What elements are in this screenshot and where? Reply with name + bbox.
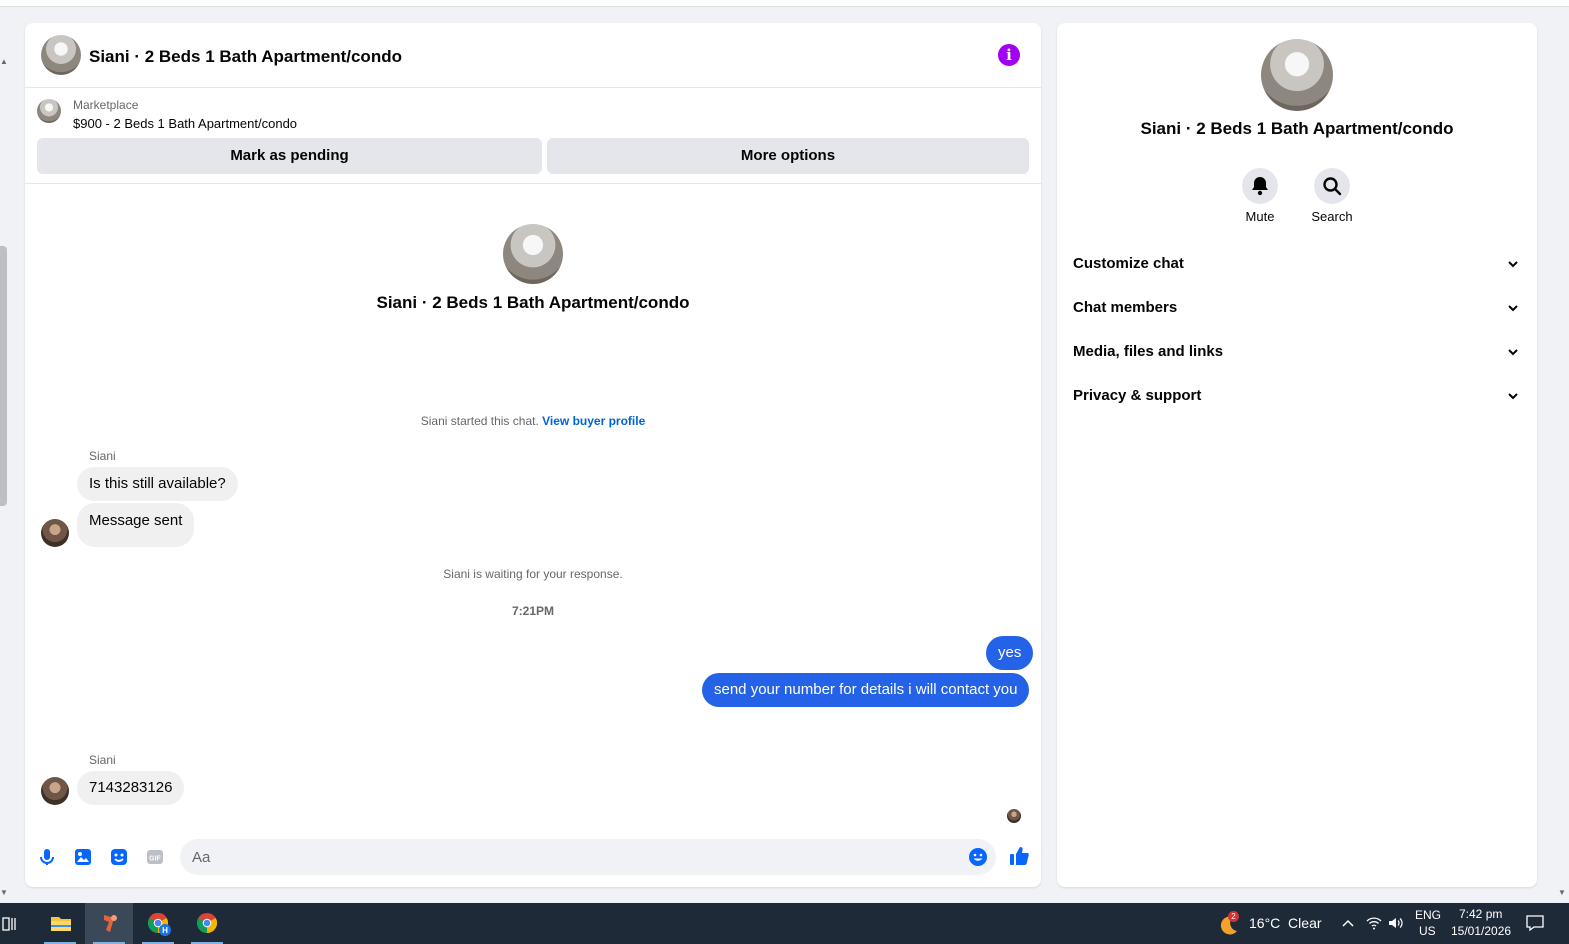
mute-button[interactable]: [1242, 168, 1278, 204]
chrome-profile-app[interactable]: H: [134, 903, 182, 944]
scroll-up-arrow-icon[interactable]: ▲: [0, 58, 8, 66]
incoming-message[interactable]: 7143283126: [77, 771, 185, 805]
sticker-icon[interactable]: [109, 847, 129, 867]
notifications-icon[interactable]: [1525, 914, 1545, 932]
section-label: Customize chat: [1073, 255, 1184, 272]
chat-info-sidebar: Siani · 2 Beds 1 Bath Apartment/condo Mu…: [1057, 23, 1537, 887]
task-view-icon[interactable]: [2, 916, 18, 932]
chat-started-text: Siani started this chat.: [420, 414, 539, 428]
privacy-support-section[interactable]: Privacy & support: [1073, 376, 1521, 416]
composer: GIF: [25, 837, 1041, 877]
chrome-profile-h-icon: H: [147, 912, 171, 936]
chevron-down-icon: [1508, 393, 1518, 400]
media-files-links-section[interactable]: Media, files and links: [1073, 332, 1521, 372]
volume-icon[interactable]: [1388, 916, 1404, 930]
sidebar-title: Siani · 2 Beds 1 Bath Apartment/condo: [1140, 119, 1454, 138]
chrome-app[interactable]: [183, 903, 231, 944]
sender-avatar[interactable]: [41, 777, 69, 805]
bell-icon: [1252, 177, 1268, 196]
search-label: Search: [1311, 209, 1353, 224]
chat-started-note: Siani started this chat. View buyer prof…: [25, 414, 1041, 428]
scroll-down-arrow-icon[interactable]: ▼: [0, 889, 8, 897]
mute-label: Mute: [1245, 209, 1275, 224]
chevron-down-icon: [1508, 349, 1518, 356]
message-sender: Siani: [89, 449, 116, 463]
weather-text[interactable]: 16°C Clear: [1249, 915, 1322, 931]
wifi-icon[interactable]: [1366, 916, 1382, 930]
region-indicator[interactable]: US: [1419, 924, 1436, 938]
photo-icon[interactable]: [73, 847, 93, 867]
incoming-message[interactable]: Is this still available?: [77, 467, 238, 501]
message-timestamp: 7:21PM: [511, 604, 555, 618]
read-receipt-avatar: [1007, 809, 1021, 823]
sidebar-avatar[interactable]: [1261, 39, 1333, 111]
search-button[interactable]: [1314, 168, 1350, 204]
scroll-down-arrow-right-icon[interactable]: ▼: [1558, 889, 1566, 897]
chevron-up-icon[interactable]: [1341, 918, 1355, 928]
view-buyer-profile-link[interactable]: View buyer profile: [542, 414, 645, 428]
svg-text:GIF: GIF: [149, 856, 161, 863]
info-icon[interactable]: i: [998, 44, 1020, 66]
message-input-box: [180, 839, 996, 875]
outgoing-message[interactable]: send your number for details i will cont…: [702, 673, 1030, 707]
microphone-icon[interactable]: [37, 847, 57, 867]
gif-icon[interactable]: GIF: [145, 847, 165, 867]
chrome-icon: [196, 913, 218, 934]
like-thumbs-up-icon[interactable]: [1008, 845, 1030, 867]
search-icon: [1323, 177, 1342, 196]
weather-badge: 2: [1228, 911, 1239, 922]
message-sender: Siani: [89, 753, 116, 767]
message-input[interactable]: [192, 839, 952, 875]
svg-text:H: H: [162, 926, 168, 935]
divider: [25, 183, 1041, 184]
marketplace-label: Marketplace: [73, 98, 139, 112]
listing-line[interactable]: $900 - 2 Beds 1 Bath Apartment/condo: [73, 116, 297, 131]
section-label: Chat members: [1073, 299, 1178, 316]
chevron-down-icon: [1508, 261, 1518, 268]
emoji-icon[interactable]: [968, 847, 988, 867]
waiting-note: Siani is waiting for your response.: [443, 567, 623, 581]
language-indicator[interactable]: ENG: [1415, 908, 1441, 922]
profile-name: Siani · 2 Beds 1 Bath Apartment/condo: [376, 293, 690, 312]
chat-panel: Siani · 2 Beds 1 Bath Apartment/condo i …: [25, 23, 1041, 887]
mark-as-pending-button[interactable]: Mark as pending: [37, 138, 542, 174]
customize-chat-section[interactable]: Customize chat: [1073, 244, 1521, 284]
top-strip: [0, 0, 1569, 7]
clock-date[interactable]: 15/01/2026: [1451, 924, 1511, 938]
app-icon: [104, 915, 117, 932]
chat-header: Siani · 2 Beds 1 Bath Apartment/condo i: [25, 23, 1041, 88]
section-label: Media, files and links: [1073, 343, 1224, 360]
file-explorer-icon: [51, 917, 71, 931]
profile-avatar[interactable]: [503, 224, 563, 284]
chat-members-section[interactable]: Chat members: [1073, 288, 1521, 328]
chat-title[interactable]: Siani · 2 Beds 1 Bath Apartment/condo: [89, 47, 402, 67]
incoming-message[interactable]: Message sent: [77, 503, 195, 547]
more-options-button[interactable]: More options: [547, 138, 1029, 174]
weather-widget-icon[interactable]: 2: [1217, 911, 1241, 937]
sender-avatar[interactable]: [41, 519, 69, 547]
clock-time[interactable]: 7:42 pm: [1459, 907, 1502, 921]
outgoing-message[interactable]: yes: [986, 636, 1034, 670]
file-explorer-app[interactable]: [36, 903, 84, 944]
active-app[interactable]: [85, 903, 133, 944]
windows-taskbar: H 2 16°C Clear ENG US 7:42 pm 15/01/2026: [0, 903, 1569, 944]
section-label: Privacy & support: [1073, 387, 1202, 404]
page-scrollbar[interactable]: [0, 246, 7, 506]
chevron-down-icon: [1508, 305, 1518, 312]
listing-thumbnail[interactable]: [37, 99, 61, 123]
listing-avatar[interactable]: [41, 35, 81, 75]
